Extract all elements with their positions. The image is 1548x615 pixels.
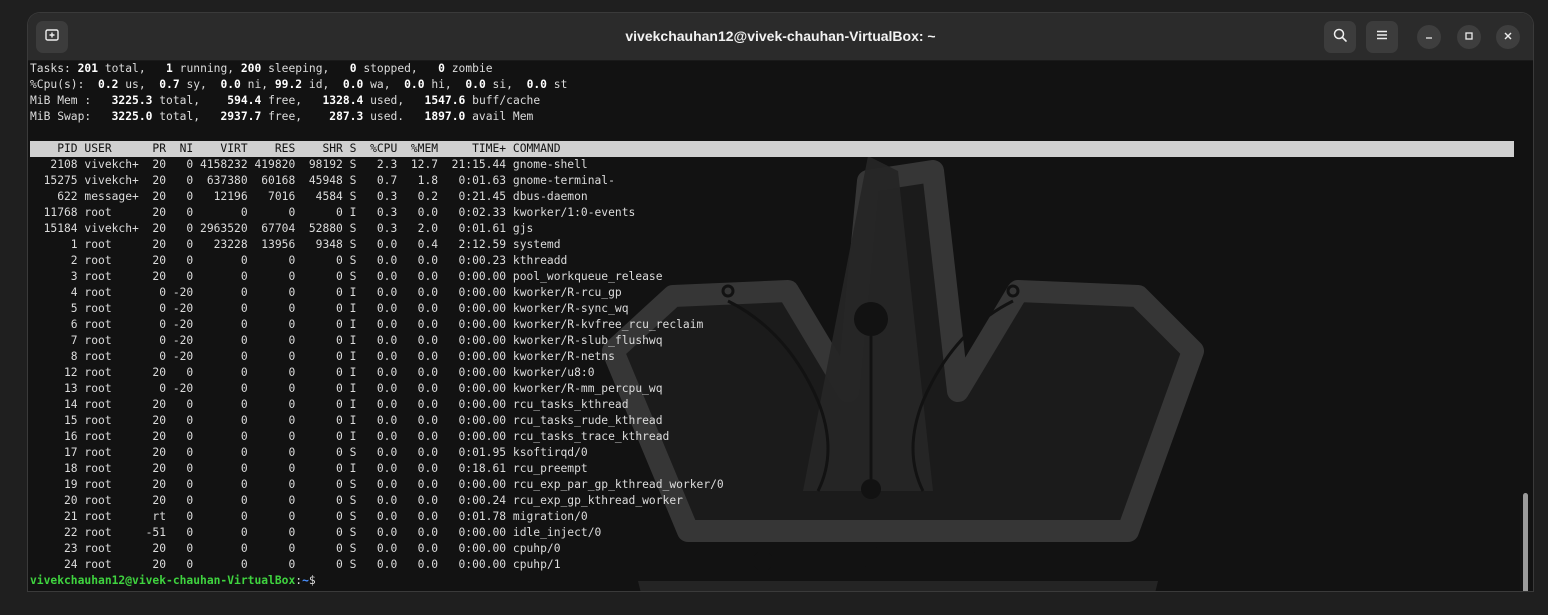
desktop-background: vivekchauhan12@vivek-chauhan-VirtualBox:…	[0, 0, 1548, 615]
process-row: 24 root 20 0 0 0 0 S 0.0 0.0 0:00.00 cpu…	[30, 558, 561, 571]
process-row: 15275 vivekch+ 20 0 637380 60168 45948 S…	[30, 174, 615, 187]
process-row: 19 root 20 0 0 0 0 S 0.0 0.0 0:00.00 rcu…	[30, 478, 724, 491]
menu-button[interactable]	[1366, 21, 1398, 53]
search-icon	[1332, 27, 1348, 48]
process-row: 15 root 20 0 0 0 0 I 0.0 0.0 0:00.00 rcu…	[30, 414, 663, 427]
process-row: 21 root rt 0 0 0 0 S 0.0 0.0 0:01.78 mig…	[30, 510, 588, 523]
minimize-button[interactable]	[1417, 25, 1441, 49]
shell-prompt[interactable]: vivekchauhan12@vivek-chauhan-VirtualBox:…	[30, 573, 1514, 589]
terminal-output: Tasks: 201 total, 1 running, 200 sleepin…	[30, 61, 1514, 589]
window-title: vivekchauhan12@vivek-chauhan-VirtualBox:…	[625, 28, 936, 44]
prompt-symbol: $	[308, 574, 316, 587]
maximize-button[interactable]	[1457, 25, 1481, 49]
tasks-summary-line: Tasks: 201 total, 1 running, 200 sleepin…	[30, 62, 493, 75]
process-row: 3 root 20 0 0 0 0 S 0.0 0.0 0:00.00 pool…	[30, 270, 663, 283]
process-row: 2108 vivekch+ 20 0 4158232 419820 98192 …	[30, 158, 588, 171]
minimize-icon	[1424, 28, 1434, 46]
process-row: 11768 root 20 0 0 0 0 I 0.3 0.0 0:02.33 …	[30, 206, 636, 219]
memory-summary-line: MiB Mem : 3225.3 total, 594.4 free, 1328…	[30, 94, 541, 107]
process-row: 18 root 20 0 0 0 0 I 0.0 0.0 0:18.61 rcu…	[30, 462, 588, 475]
process-row: 4 root 0 -20 0 0 0 I 0.0 0.0 0:00.00 kwo…	[30, 286, 622, 299]
maximize-icon	[1464, 28, 1474, 46]
process-row: 15184 vivekch+ 20 0 2963520 67704 52880 …	[30, 222, 534, 235]
prompt-user-host: vivekchauhan12@vivek-chauhan-VirtualBox	[30, 574, 296, 587]
prompt-path: ~	[302, 574, 309, 587]
hamburger-menu-icon	[1374, 27, 1390, 48]
process-row: 2 root 20 0 0 0 0 S 0.0 0.0 0:00.23 kthr…	[30, 254, 568, 267]
process-row: 14 root 20 0 0 0 0 I 0.0 0.0 0:00.00 rcu…	[30, 398, 629, 411]
process-row: 622 message+ 20 0 12196 7016 4584 S 0.3 …	[30, 190, 588, 203]
process-row: 5 root 0 -20 0 0 0 I 0.0 0.0 0:00.00 kwo…	[30, 302, 629, 315]
terminal-scrollbar[interactable]	[1523, 493, 1528, 591]
process-row: 12 root 20 0 0 0 0 I 0.0 0.0 0:00.00 kwo…	[30, 366, 595, 379]
process-row: 7 root 0 -20 0 0 0 I 0.0 0.0 0:00.00 kwo…	[30, 334, 663, 347]
close-button[interactable]	[1496, 25, 1520, 49]
terminal-window[interactable]: vivekchauhan12@vivek-chauhan-VirtualBox:…	[28, 13, 1533, 591]
process-row: 1 root 20 0 23228 13956 9348 S 0.0 0.4 2…	[30, 238, 561, 251]
process-row: 16 root 20 0 0 0 0 I 0.0 0.0 0:00.00 rcu…	[30, 430, 670, 443]
process-row: 8 root 0 -20 0 0 0 I 0.0 0.0 0:00.00 kwo…	[30, 350, 615, 363]
swap-summary-line: MiB Swap: 3225.0 total, 2937.7 free, 287…	[30, 110, 534, 123]
cpu-summary-line: %Cpu(s): 0.2 us, 0.7 sy, 0.0 ni, 99.2 id…	[30, 78, 568, 91]
title-bar[interactable]: vivekchauhan12@vivek-chauhan-VirtualBox:…	[28, 13, 1533, 61]
process-row: 6 root 0 -20 0 0 0 I 0.0 0.0 0:00.00 kwo…	[30, 318, 704, 331]
process-row: 13 root 0 -20 0 0 0 I 0.0 0.0 0:00.00 kw…	[30, 382, 663, 395]
terminal-area[interactable]: Tasks: 201 total, 1 running, 200 sleepin…	[28, 61, 1533, 591]
process-row: 17 root 20 0 0 0 0 S 0.0 0.0 0:01.95 kso…	[30, 446, 588, 459]
process-row: 20 root 20 0 0 0 0 S 0.0 0.0 0:00.24 rcu…	[30, 494, 683, 507]
search-button[interactable]	[1324, 21, 1356, 53]
process-row: 23 root 20 0 0 0 0 S 0.0 0.0 0:00.00 cpu…	[30, 542, 561, 555]
process-row: 22 root -51 0 0 0 0 S 0.0 0.0 0:00.00 id…	[30, 526, 602, 539]
process-table-header: PID USER PR NI VIRT RES SHR S %CPU %MEM …	[30, 141, 1514, 157]
close-icon	[1503, 28, 1513, 46]
